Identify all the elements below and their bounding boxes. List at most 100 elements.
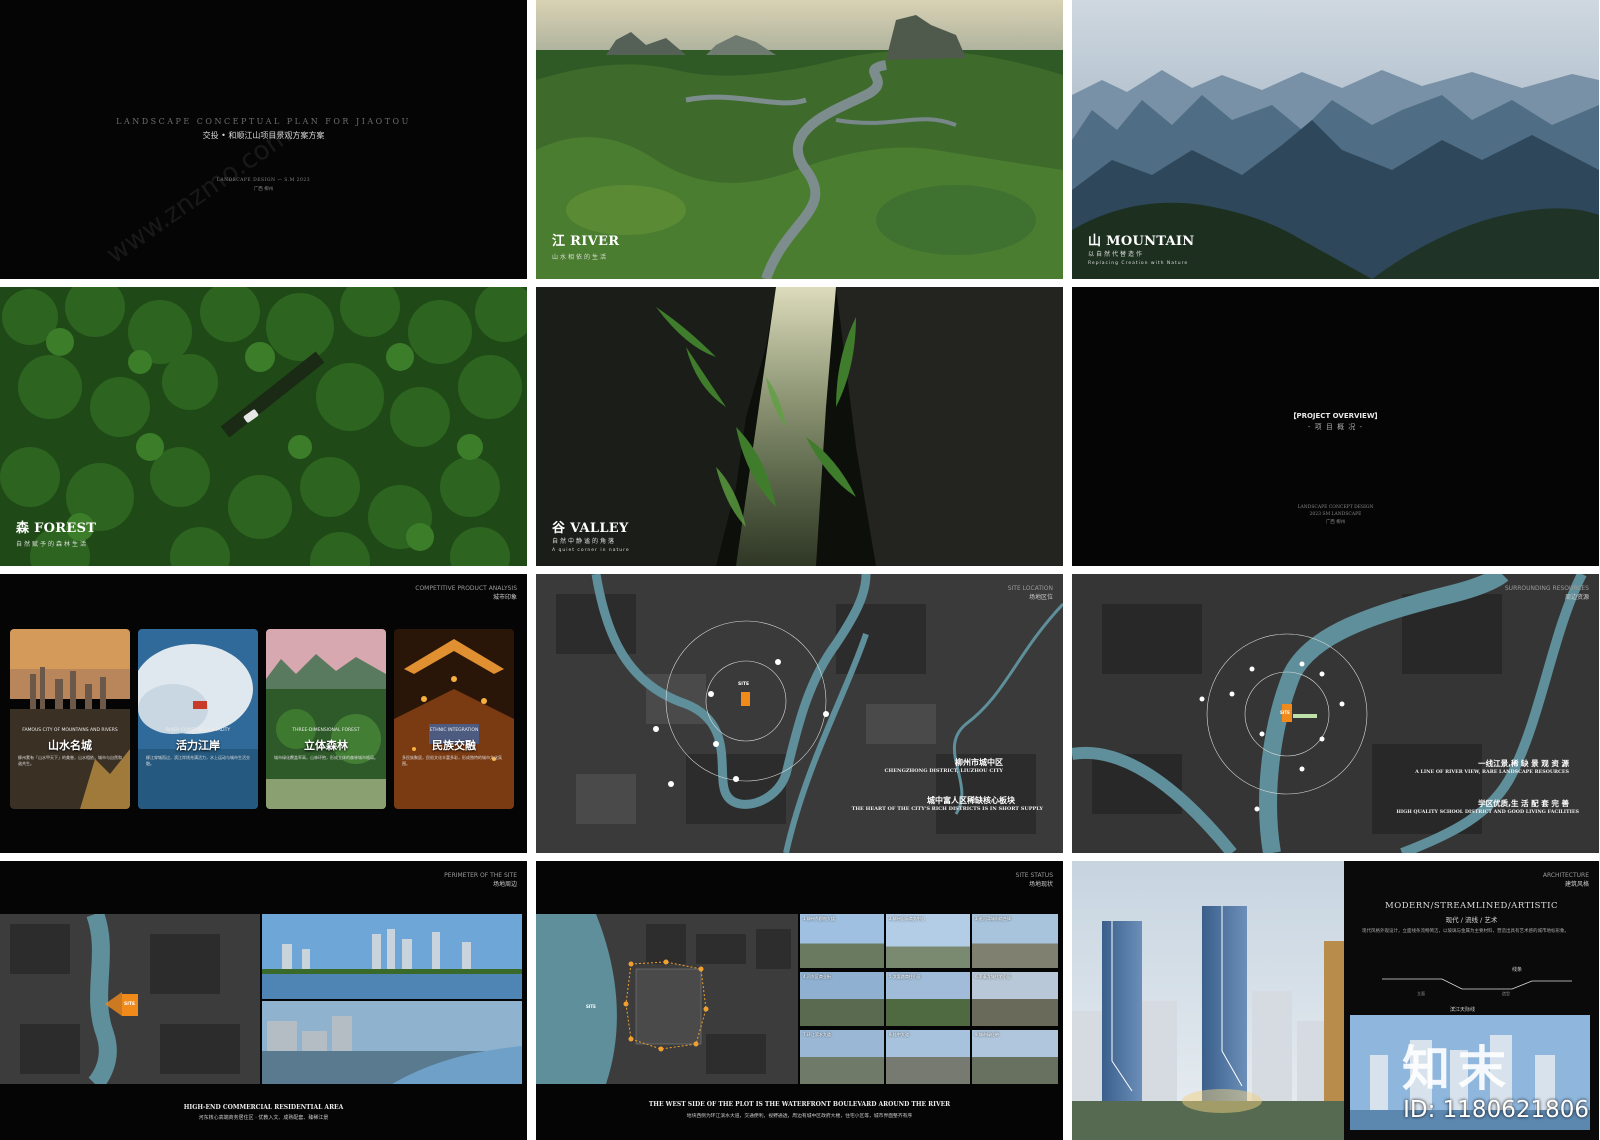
cityscape-photo: [262, 1001, 522, 1084]
perimeter-caption-en: HIGH-END COMMERCIAL RESIDENTIAL AREA: [183, 1104, 344, 1111]
valley-subtitle-en: A quiet corner in nature: [552, 548, 630, 553]
river-subtitle: 山水相依的生活: [552, 254, 609, 261]
site-status-slide: SITE STATUS 场地现状 SITE 1.柳州东郡府大楼 2.柳州国际商务…: [536, 861, 1063, 1140]
card-ethnic: ETHNIC INTEGRATION 民族交融 多民族聚居，民俗文化丰富多彩，形…: [394, 629, 514, 809]
status-photo-label: 1.柳州东郡府大楼: [803, 916, 835, 921]
architecture-slide: ARCHITECTURE 建筑风格 MODERN/STREAMLINED/ART…: [1072, 861, 1599, 1140]
card-photo: [394, 629, 514, 809]
forest-title: 森 FOREST: [16, 521, 97, 536]
line-diagram: [1382, 978, 1572, 990]
card-title: 立体森林: [304, 739, 348, 752]
forest-slide: 森 FOREST 自然赋予的森林生活: [0, 287, 527, 566]
site-marker-label: SITE: [1280, 710, 1290, 715]
card-title: 山水名城: [48, 739, 92, 752]
perimeter-map: [0, 914, 260, 1084]
river-slide: 江 RIVER 山水相依的生活: [536, 0, 1063, 279]
line-label: 线条: [1512, 967, 1523, 973]
card-forest: THREE-DIMENSIONAL FOREST 立体森林 城市绿化覆盖率高，山…: [266, 629, 386, 809]
card-text: 多民族聚居，民俗文化丰富多彩，形成独特的城市文化氛围。: [402, 755, 502, 766]
site-marker-label: SITE: [586, 1004, 596, 1009]
brand-logo: 知末: [1402, 1041, 1515, 1097]
site-marker-label: SITE: [738, 682, 750, 687]
overview-footer-3: 广西 柳州: [1325, 520, 1346, 525]
architecture-label: ARCHITECTURE 建筑风格: [1543, 871, 1589, 889]
cover-credit: LANDSCAPE DESIGN — S.M 2023: [216, 178, 311, 183]
resource-line1-en: A LINE OF RIVER VIEW, RARE LANDSCAPE RES…: [1415, 769, 1569, 775]
skyline-label: 滨江天际线: [1450, 1007, 1476, 1013]
card-river-coast: RIVER COAST WITH VITALITY 活力江岸 柳江穿城而过，滨江…: [138, 629, 258, 809]
resource-line2-cn: 学区优质,生 活 配 套 完 善: [1478, 799, 1569, 808]
status-photo: 4.河东区商业街: [800, 972, 884, 1026]
status-photo-label: 6.荣泰龙城住宅小区: [975, 974, 1011, 979]
status-photo-label: 3.星河湾城市综合体: [975, 916, 1011, 921]
card-title: 活力江岸: [176, 739, 220, 752]
status-photo: 6.荣泰龙城住宅小区: [972, 972, 1058, 1026]
mountain-title: 山 MOUNTAIN: [1088, 234, 1195, 249]
cover-title-cn: 交投 • 和顺江山项目景观方案方案: [202, 131, 325, 140]
status-photo-label: 7.环江滨水大道: [803, 1032, 831, 1037]
overview-footer-2: 2023 SM LANDSCAPE: [1309, 512, 1362, 517]
competitive-label-cn: 城市印象: [492, 594, 517, 601]
cover-slide: LANDSCAPE CONCEPTUAL PLAN FOR JIAOTOU 交投…: [0, 0, 527, 279]
riverside-photo: [262, 914, 522, 999]
architecture-label-en: ARCHITECTURE: [1542, 872, 1589, 879]
card-en: FAMOUS CITY OF MOUNTAINS AND RIVERS: [22, 728, 118, 733]
status-photo-label: 5.文惠路商住小区: [889, 974, 921, 979]
status-photo-label: 9.城市绿化带: [975, 1032, 999, 1037]
status-caption-cn: 地块西侧为环江滨水大道，交通便利，视野通透，周边有城中区政府大楼，住宅小区等，城…: [686, 1114, 913, 1119]
mountain-slide: 山 MOUNTAIN 以自然代替造作 Replacing Creation wi…: [1072, 0, 1599, 279]
competitive-label: COMPETITIVE PRODUCT ANALYSIS 城市印象: [415, 584, 517, 602]
mountain-subtitle: 以自然代替造作: [1088, 251, 1145, 258]
overview-title-cn: - 项 目 概 况 -: [1307, 423, 1364, 431]
architecture-label-cn: 建筑风格: [1564, 881, 1589, 888]
core-en: THE HEART OF THE CITY'S RICH DISTRICTS I…: [851, 806, 1043, 812]
perimeter-label-cn: 场地周边: [492, 881, 517, 888]
card-mountain-city: FAMOUS CITY OF MOUNTAINS AND RIVERS 山水名城…: [10, 629, 130, 809]
cover-title-en: LANDSCAPE CONCEPTUAL PLAN FOR JIAOTOU: [116, 117, 411, 126]
site-location-label-en: SITE LOCATION: [1007, 585, 1053, 592]
architecture-title-en: MODERN/STREAMLINED/ARTISTIC: [1385, 901, 1558, 911]
core-cn: 城中富人区稀缺核心板块: [927, 796, 1015, 805]
site-marker-label: SITE: [124, 1002, 136, 1007]
status-caption-en: THE WEST SIDE OF THE PLOT IS THE WATERFR…: [648, 1101, 951, 1108]
site-location-slide: SITE LOCATION 场地区位 SITE 柳州市城中区 CHENGZHON…: [536, 574, 1063, 853]
card-photo: [138, 629, 258, 809]
status-photo: 8.桂中大道: [886, 1030, 970, 1084]
card-text: 柳江穿城而过，滨江岸线充满活力，水上运动与城市生活交融。: [146, 755, 250, 766]
architecture-title-cn: 现代 / 流线 / 艺术: [1445, 916, 1498, 924]
site-status-label-en: SITE STATUS: [1015, 872, 1053, 879]
resources-label-cn: 周边资源: [1564, 594, 1589, 601]
site-location-label-cn: 场地区位: [1028, 594, 1053, 601]
perimeter-label-en: PERIMETER OF THE SITE: [444, 872, 517, 879]
cover-location: 广西 柳州: [253, 187, 274, 192]
perimeter-slide: PERIMETER OF THE SITE 场地周边 SITE HIGH-END…: [0, 861, 527, 1140]
status-photo: 5.文惠路商住小区: [886, 972, 970, 1026]
site-status-label-cn: 场地现状: [1028, 881, 1053, 888]
valley-slide: 谷 VALLEY 自然中静谧的角落 A quiet corner in natu…: [536, 287, 1063, 566]
valley-subtitle: 自然中静谧的角落: [552, 538, 617, 545]
competitive-slide: COMPETITIVE PRODUCT ANALYSIS 城市印象 FAMOUS…: [0, 574, 527, 853]
card-en: RIVER COAST WITH VITALITY: [165, 728, 231, 733]
resource-line1-cn: 一线江景,稀 缺 景 观 资 源: [1478, 759, 1569, 768]
site-status-label: SITE STATUS 场地现状: [1016, 871, 1053, 889]
resources-label-en: SURROUNDING RESOURCES: [1504, 585, 1589, 592]
river-title: 江 RIVER: [552, 234, 620, 249]
tower-render: [1072, 861, 1344, 1140]
resource-line2-en: HIGH QUALITY SCHOOL DISTRICT AND GOOD LI…: [1396, 809, 1579, 815]
card-text: 柳州素有「山水甲天下」的美誉，山水相依，城市与自然和谐共生。: [18, 755, 122, 766]
district-cn: 柳州市城中区: [955, 758, 1003, 767]
status-photo: 1.柳州东郡府大楼: [800, 914, 884, 968]
status-photo: 2.柳州国际商务中心: [886, 914, 970, 968]
status-photo: 7.环江滨水大道: [800, 1030, 884, 1084]
district-en: CHENGZHONG DISTRICT, LIUZHOU CITY: [884, 768, 1003, 774]
status-photo-grid: 1.柳州东郡府大楼 2.柳州国际商务中心 3.星河湾城市综合体 4.河东区商业街…: [800, 914, 1058, 1084]
resources-slide: SURROUNDING RESOURCES 周边资源 SITE 一线江景,稀 缺…: [1072, 574, 1599, 853]
competitive-label-en: COMPETITIVE PRODUCT ANALYSIS: [415, 585, 517, 592]
card-en: ETHNIC INTEGRATION: [429, 728, 479, 733]
site-location-label: SITE LOCATION 场地区位: [1008, 584, 1053, 602]
status-photo: 3.星河湾城市综合体: [972, 914, 1058, 968]
watermark: www.znzmo.com: [101, 120, 297, 270]
valley-title: 谷 VALLEY: [552, 521, 629, 536]
right-label: 造型: [1502, 991, 1510, 996]
resources-label: SURROUNDING RESOURCES 周边资源: [1505, 584, 1589, 602]
